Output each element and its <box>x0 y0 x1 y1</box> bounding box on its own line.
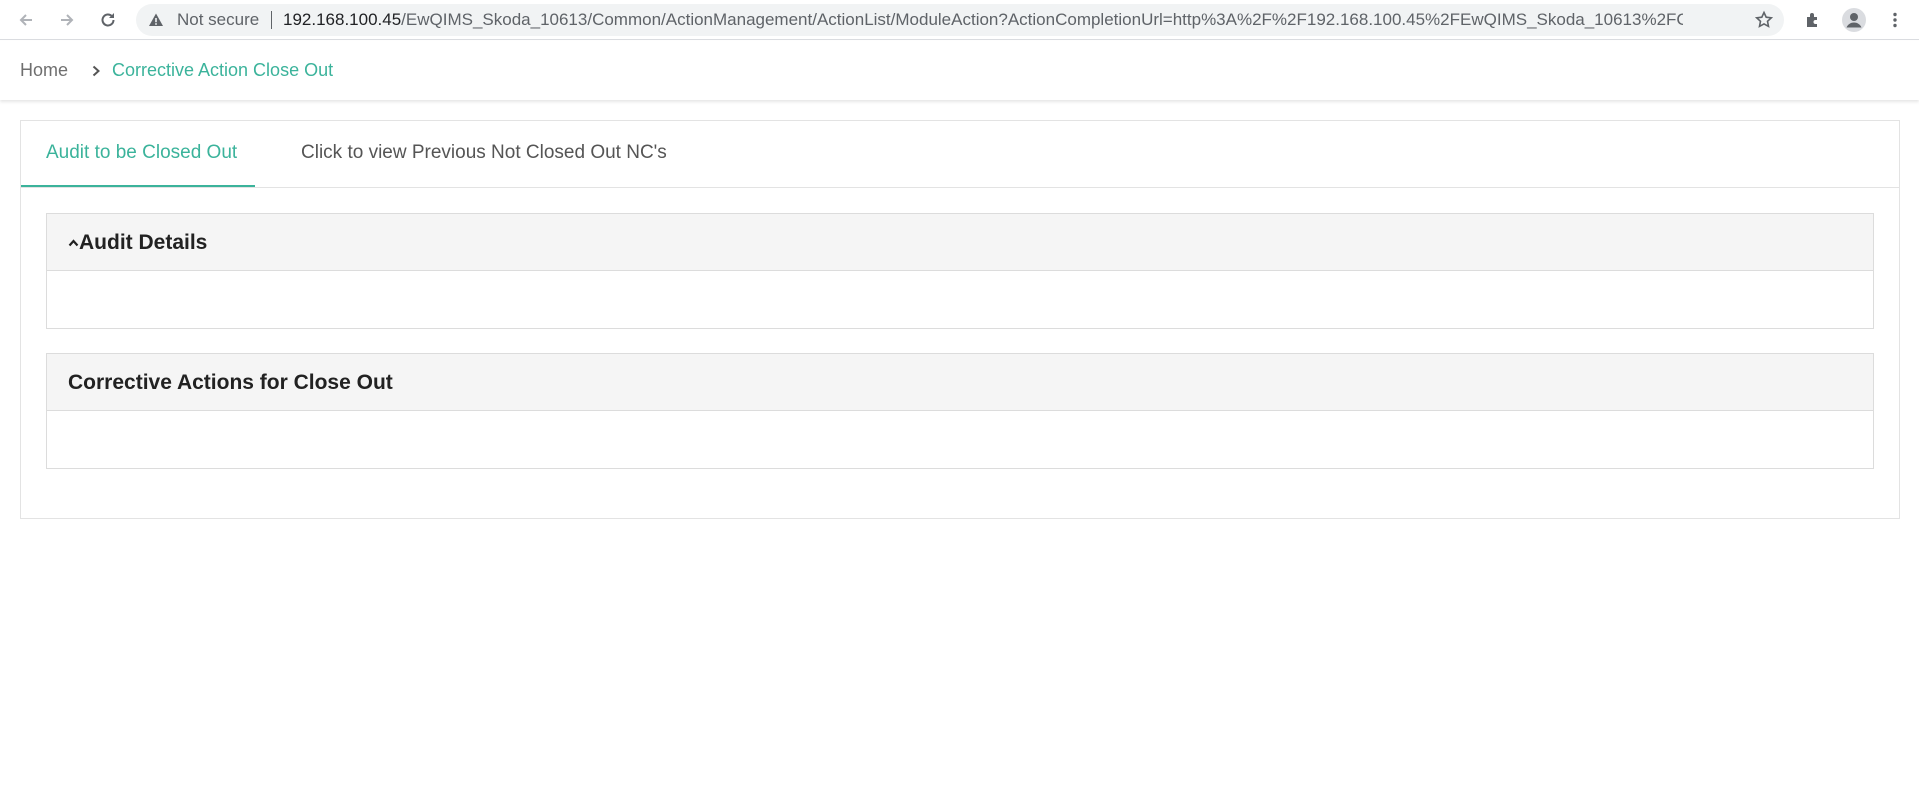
menu-icon[interactable] <box>1881 6 1909 34</box>
chevron-up-icon[interactable] <box>68 238 79 247</box>
breadcrumb-home-link[interactable]: Home <box>20 41 68 100</box>
breadcrumb: Home Corrective Action Close Out <box>0 41 1919 100</box>
browser-toolbar: Not secure 192.168.100.45/EwQIMS_Skoda_1… <box>0 0 1919 40</box>
tab-audit-to-be-closed-out[interactable]: Audit to be Closed Out <box>21 121 255 187</box>
audit-details-title: Audit Details <box>79 231 208 254</box>
audit-details-panel: Audit Details <box>46 213 1874 329</box>
forward-icon[interactable] <box>53 6 81 34</box>
audit-details-body <box>47 271 1873 328</box>
address-bar[interactable]: Not secure 192.168.100.45/EwQIMS_Skoda_1… <box>136 4 1784 36</box>
url-host: 192.168.100.45 <box>283 10 402 29</box>
tab-bar: Audit to be Closed Out Click to view Pre… <box>21 121 1899 188</box>
corrective-actions-panel: Corrective Actions for Close Out <box>46 353 1874 469</box>
tab-previous-not-closed-out-ncs[interactable]: Click to view Previous Not Closed Out NC… <box>276 121 692 187</box>
star-icon[interactable] <box>1754 10 1774 30</box>
breadcrumb-current: Corrective Action Close Out <box>112 60 334 80</box>
chevron-right-icon <box>92 65 100 77</box>
security-status[interactable]: Not secure <box>177 4 259 36</box>
url-text[interactable]: 192.168.100.45/EwQIMS_Skoda_10613/Common… <box>283 4 1683 36</box>
omnibox-separator <box>271 11 272 29</box>
audit-details-title-wrap: Audit Details <box>68 214 207 271</box>
corrective-actions-title: Corrective Actions for Close Out <box>68 371 393 394</box>
corrective-actions-header: Corrective Actions for Close Out <box>47 354 1873 411</box>
audit-details-header[interactable]: Audit Details <box>47 214 1873 271</box>
extensions-icon[interactable] <box>1799 6 1827 34</box>
url-path: /EwQIMS_Skoda_10613/Common/ActionManagem… <box>401 10 1683 29</box>
main-card: Audit to be Closed Out Click to view Pre… <box>20 120 1900 519</box>
back-icon[interactable] <box>12 6 40 34</box>
reload-icon[interactable] <box>94 6 122 34</box>
warning-icon <box>149 13 163 26</box>
corrective-actions-body <box>47 411 1873 468</box>
profile-icon[interactable] <box>1840 6 1868 34</box>
